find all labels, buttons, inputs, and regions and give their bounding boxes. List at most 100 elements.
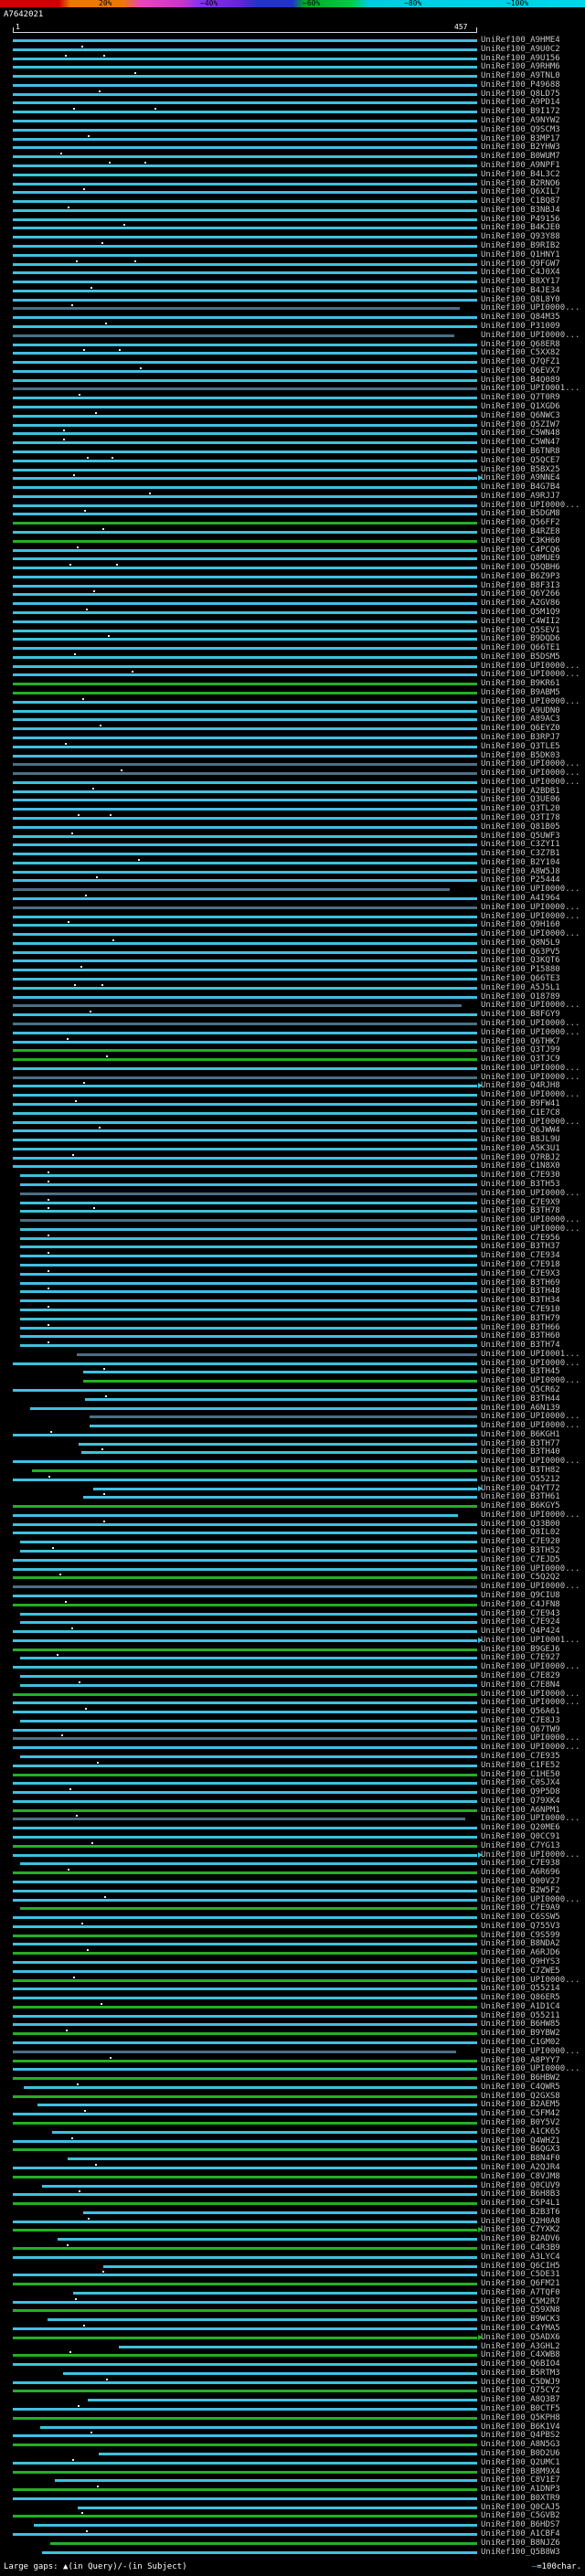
hit-bar[interactable] <box>89 1425 477 1428</box>
hit-bar[interactable] <box>13 986 477 990</box>
hit-bar[interactable] <box>13 1737 477 1741</box>
hit-bar[interactable] <box>13 2113 477 2116</box>
hit-label[interactable]: UniRef100_A5J5L1 <box>481 983 560 993</box>
hit-bar[interactable] <box>13 2229 477 2232</box>
hit-bar[interactable] <box>13 1969 477 1973</box>
hit-bar[interactable] <box>13 1997 477 2000</box>
hit-label[interactable]: UniRef100_C7E8N4 <box>481 1680 560 1691</box>
hit-bar[interactable] <box>13 1808 477 1812</box>
hit-bar[interactable] <box>13 888 450 892</box>
hit-bar[interactable] <box>103 2264 477 2268</box>
hit-bar[interactable] <box>13 2014 477 2018</box>
hit-bar[interactable] <box>13 1960 477 1964</box>
hit-bar[interactable] <box>13 406 477 409</box>
hit-bar[interactable] <box>13 468 477 472</box>
hit-bar[interactable] <box>89 1415 477 1419</box>
hit-bar[interactable] <box>13 1058 477 1062</box>
hit-bar[interactable] <box>13 2068 477 2072</box>
hit-bar[interactable] <box>13 745 477 748</box>
hit-bar[interactable] <box>13 1701 477 1705</box>
hit-bar[interactable] <box>13 1388 477 1392</box>
hit-bar[interactable] <box>19 1174 477 1178</box>
hit-bar[interactable] <box>13 1692 477 1696</box>
hit-bar[interactable] <box>13 1478 477 1481</box>
hit-bar[interactable] <box>13 700 477 704</box>
hit-bar[interactable] <box>13 1433 477 1436</box>
hit-label[interactable]: UniRef100_Q1HNY1 <box>481 250 560 260</box>
hit-bar[interactable] <box>13 504 477 507</box>
hit-bar[interactable] <box>13 736 477 739</box>
hit-bar[interactable] <box>13 244 477 248</box>
hit-bar[interactable] <box>13 378 477 382</box>
hit-bar[interactable] <box>13 57 477 60</box>
hit-label[interactable]: UniRef100_UPI0000... <box>481 697 580 707</box>
hit-bar[interactable] <box>13 1022 477 1025</box>
hit-bar[interactable] <box>13 978 477 981</box>
hit-bar[interactable] <box>13 2309 477 2313</box>
hit-bar[interactable] <box>78 2506 477 2509</box>
hit-bar[interactable] <box>13 692 477 695</box>
hit-bar[interactable] <box>13 2461 477 2465</box>
hit-bar[interactable] <box>13 593 477 597</box>
hit-bar[interactable] <box>13 343 477 346</box>
hit-bar[interactable] <box>13 853 477 856</box>
hit-bar[interactable] <box>13 602 477 606</box>
hit-bar[interactable] <box>19 1183 477 1186</box>
hit-bar[interactable] <box>13 2327 477 2330</box>
hit-bar[interactable] <box>19 1317 477 1320</box>
hit-bar[interactable] <box>19 1541 477 1544</box>
hit-bar[interactable] <box>13 1594 477 1597</box>
hit-bar[interactable] <box>19 1255 477 1258</box>
hit-bar[interactable] <box>13 1648 477 1651</box>
hit-bar[interactable] <box>13 861 477 864</box>
hit-bar[interactable] <box>19 1210 477 1214</box>
hit-bar[interactable] <box>37 2104 477 2107</box>
hit-bar[interactable] <box>13 834 477 838</box>
hit-bar[interactable] <box>13 208 477 212</box>
hit-bar[interactable] <box>13 1013 477 1017</box>
hit-bar[interactable] <box>13 2094 477 2098</box>
hit-bar[interactable] <box>13 164 477 167</box>
hit-bar[interactable] <box>19 1264 477 1267</box>
hit-bar[interactable] <box>13 1147 477 1150</box>
hit-label[interactable]: UniRef100_UPI0000... <box>481 778 580 788</box>
hit-bar[interactable] <box>13 1532 477 1535</box>
hit-label[interactable]: UniRef100_Q6NWC3 <box>481 411 560 421</box>
hit-bar[interactable] <box>19 1335 477 1339</box>
hit-label[interactable]: UniRef100_B0XTR9 <box>481 2494 560 2504</box>
hit-bar[interactable] <box>13 539 477 543</box>
hit-bar[interactable] <box>118 2345 477 2348</box>
hit-bar[interactable] <box>98 2452 477 2455</box>
hit-bar[interactable] <box>19 1227 477 1231</box>
hit-bar[interactable] <box>13 780 477 784</box>
hit-label[interactable]: UniRef100_Q9SCM3 <box>481 125 560 135</box>
hit-bar[interactable] <box>19 1621 477 1625</box>
hit-label[interactable]: UniRef100_Q5ADX6 <box>481 2333 560 2343</box>
hit-label[interactable]: UniRef100_C7ZWE5 <box>481 1966 560 1977</box>
hit-bar[interactable] <box>13 879 477 883</box>
hit-bar[interactable] <box>13 1924 477 1928</box>
hit-bar[interactable] <box>13 1505 477 1509</box>
hit-label[interactable]: UniRef100_C1E7C8 <box>481 1108 560 1118</box>
hit-label[interactable]: UniRef100_B3TH79 <box>481 1314 560 1324</box>
hit-bar[interactable] <box>13 959 477 963</box>
hit-bar[interactable] <box>13 1764 477 1767</box>
hit-label[interactable]: UniRef100_Q5QCE7 <box>481 456 560 466</box>
hit-bar[interactable] <box>13 799 477 802</box>
hit-label[interactable]: UniRef100_A9U0C2 <box>481 45 560 55</box>
hit-bar[interactable] <box>19 1236 477 1240</box>
hit-bar[interactable] <box>13 513 477 516</box>
hit-bar[interactable] <box>19 1344 477 1348</box>
hit-bar[interactable] <box>93 1487 477 1490</box>
hit-bar[interactable] <box>13 2408 477 2412</box>
hit-bar[interactable] <box>13 2077 477 2081</box>
hit-label[interactable]: UniRef100_A9RJJ7 <box>481 492 560 502</box>
hit-label[interactable]: UniRef100_C4JFN8 <box>481 1600 560 1610</box>
hit-bar[interactable] <box>13 567 477 570</box>
hit-bar[interactable] <box>13 1844 477 1848</box>
hit-bar[interactable] <box>13 1799 477 1803</box>
hit-bar[interactable] <box>79 1442 477 1446</box>
hit-bar[interactable] <box>13 816 477 820</box>
hit-bar[interactable] <box>19 1326 477 1330</box>
hit-label[interactable]: UniRef100_UPI0000... <box>481 1189 580 1199</box>
